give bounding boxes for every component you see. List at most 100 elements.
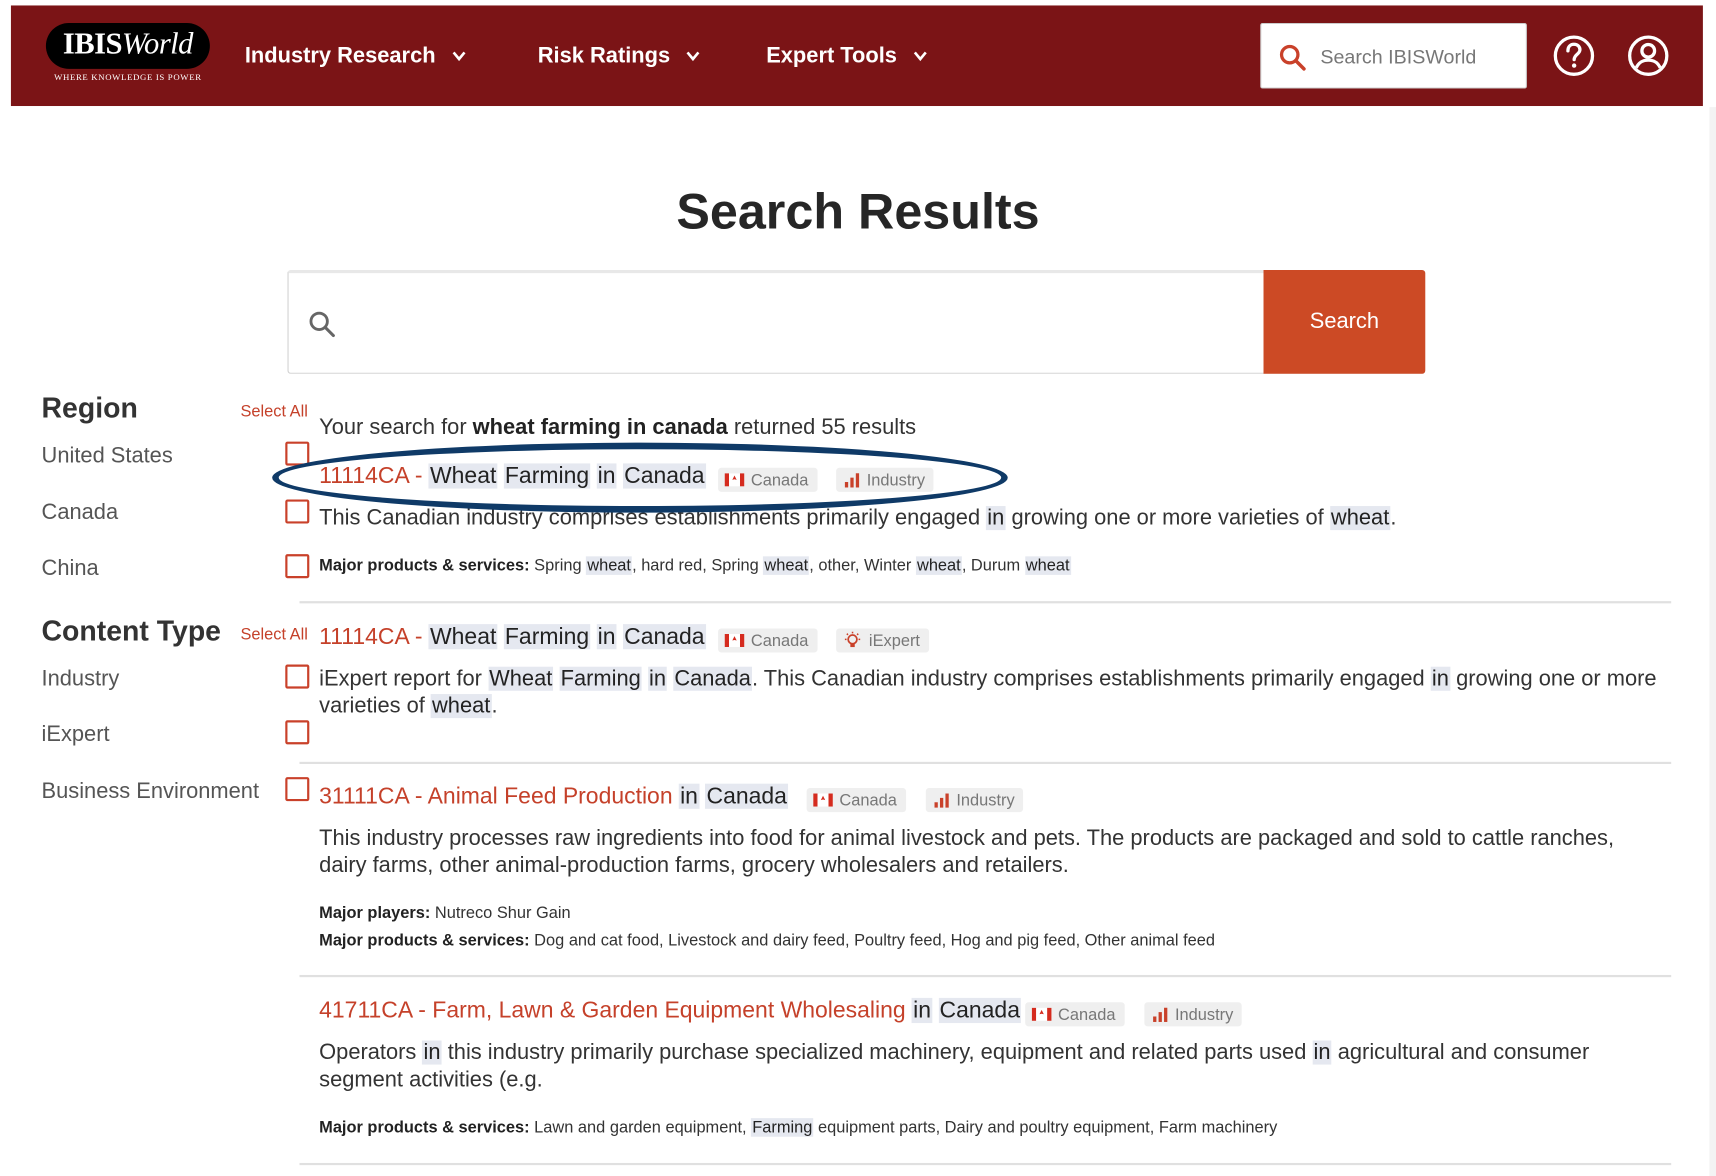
checkbox-iexpert[interactable] <box>285 720 310 745</box>
scrollbar-track[interactable] <box>1709 107 1716 1176</box>
bar-chart-icon <box>1153 1007 1168 1022</box>
content-type-select-all[interactable]: Select All <box>240 625 307 644</box>
summary-prefix: Your search for <box>319 415 473 440</box>
result-divider <box>299 974 1672 978</box>
hl-term: Canada <box>623 624 706 650</box>
checkbox-canada[interactable] <box>285 499 310 524</box>
type-chip: Industry <box>836 467 934 492</box>
top-navigation-bar: IBISWorld WHERE KNOWLEDGE IS POWER Indus… <box>10 5 1703 107</box>
hl-term: in <box>422 1040 442 1065</box>
hl-term: in <box>1430 666 1451 691</box>
canada-flag-icon <box>1031 1007 1052 1021</box>
hl-term: wheat <box>1024 556 1071 575</box>
filter-label-china: China <box>41 556 99 581</box>
meta-text: Nutreco Shur Gain <box>430 903 571 923</box>
meta-text: Lawn and garden equipment, <box>529 1118 752 1137</box>
meta-text: , other, Winter <box>809 556 916 575</box>
chip-label: Industry <box>866 470 926 490</box>
nav-label: Risk Ratings <box>537 43 671 68</box>
nav-label: Expert Tools <box>766 43 897 68</box>
desc-text: Operators <box>319 1040 423 1065</box>
hl-term: in <box>596 463 617 489</box>
result-code: 11114CA - <box>319 624 423 650</box>
type-chip: iExpert <box>836 628 929 653</box>
filter-label-canada: Canada <box>41 500 119 525</box>
chevron-down-icon <box>913 51 927 62</box>
meta-text: Dog and cat food, Livestock and dairy fe… <box>529 931 1216 950</box>
hl-term: in <box>986 506 1006 531</box>
result-code: 41711CA - Farm, Lawn & Garden Equipment … <box>319 997 906 1024</box>
main-search-box[interactable]: Search <box>287 269 1426 374</box>
hl-term: Wheat <box>488 666 554 691</box>
hl-term: wheat <box>1329 506 1391 531</box>
meta-text: equipment parts, Dairy and poultry equip… <box>813 1118 1278 1137</box>
summary-suffix: returned 55 results <box>727 415 917 440</box>
nav-expert-tools[interactable]: Expert Tools <box>766 5 927 106</box>
result-description: This industry processes raw ingredients … <box>319 826 1615 878</box>
search-icon <box>1279 44 1306 71</box>
desc-text: . <box>1390 506 1397 531</box>
filter-label-iexpert: iExpert <box>41 722 110 747</box>
hl-term: Canada <box>705 783 789 809</box>
checkbox-industry[interactable] <box>285 664 310 689</box>
chip-label: Canada <box>750 470 809 490</box>
hl-term: in <box>912 997 933 1024</box>
lightbulb-icon <box>844 631 861 648</box>
checkbox-china[interactable] <box>285 554 310 579</box>
filter-label-industry: Industry <box>41 666 120 691</box>
hl-term: Farming <box>751 1118 814 1137</box>
summary-query: wheat farming in canada <box>472 415 728 440</box>
nav-industry-research[interactable]: Industry Research <box>245 5 466 106</box>
meta-label: Major players: <box>319 903 431 923</box>
checkbox-business-environment[interactable] <box>285 777 310 802</box>
ibisworld-logo[interactable]: IBISWorld WHERE KNOWLEDGE IS POWER <box>45 22 210 86</box>
result-title-link[interactable]: 41711CA - Farm, Lawn & Garden Equipment … <box>319 997 1022 1024</box>
result-divider <box>299 761 1672 765</box>
hl-term: wheat <box>430 694 492 719</box>
help-icon[interactable] <box>1552 34 1596 78</box>
country-chip: Canada <box>718 467 818 492</box>
type-chip: Industry <box>1144 1002 1243 1027</box>
hl-term: Wheat <box>428 624 498 650</box>
nav-risk-ratings[interactable]: Risk Ratings <box>538 5 701 106</box>
meta-text: , hard red, Spring <box>632 556 764 575</box>
type-chip: Industry <box>925 788 1024 813</box>
canada-flag-icon <box>724 473 745 487</box>
result-divider <box>299 601 1672 604</box>
bar-chart-icon <box>844 473 860 488</box>
main-search-input[interactable] <box>354 295 1251 352</box>
hl-term: wheat <box>763 556 810 575</box>
account-icon[interactable] <box>1626 34 1670 78</box>
page: IBISWorld WHERE KNOWLEDGE IS POWER Indus… <box>0 0 1716 1176</box>
country-chip: Canada <box>718 628 818 653</box>
result-title-link[interactable]: 11114CA - Wheat Farming in Canada <box>319 463 706 489</box>
hl-term: Canada <box>623 463 706 489</box>
desc-text: this industry primarily purchase special… <box>441 1040 1313 1065</box>
country-chip: Canada <box>1025 1002 1125 1027</box>
result-title-link[interactable]: 11114CA - Wheat Farming in Canada <box>319 624 706 650</box>
desc-text: This Canadian industry comprises establi… <box>319 506 987 531</box>
filter-label-united-states: United States <box>41 443 173 468</box>
result-title-link[interactable]: 31111CA - Animal Feed Production in Cana… <box>319 783 789 810</box>
result-divider <box>299 1162 1672 1166</box>
logo-text: IBISWorld <box>62 27 194 62</box>
desc-text: iExpert report for <box>319 666 489 691</box>
canada-flag-icon <box>813 793 833 807</box>
search-icon <box>309 311 335 338</box>
header-search-box[interactable] <box>1260 22 1527 89</box>
desc-text: growing one or more varieties of <box>1005 506 1330 531</box>
hl-term: in <box>1312 1040 1332 1065</box>
header-search-input[interactable] <box>1320 39 1518 75</box>
hl-term: in <box>678 783 700 809</box>
content-type-filter-heading: Content Type <box>41 614 221 648</box>
region-select-all[interactable]: Select All <box>240 402 307 421</box>
meta-label: Major products & services: <box>319 556 530 575</box>
search-button[interactable]: Search <box>1263 269 1426 374</box>
checkbox-united-states[interactable] <box>285 441 310 466</box>
desc-text: . <box>491 694 498 719</box>
hl-term: Farming <box>559 666 642 691</box>
region-filter-heading: Region <box>41 391 138 425</box>
result-products: Major products & services: Dog and cat f… <box>319 930 1663 952</box>
hl-term: Farming <box>503 624 591 650</box>
chip-label: Canada <box>750 631 809 650</box>
